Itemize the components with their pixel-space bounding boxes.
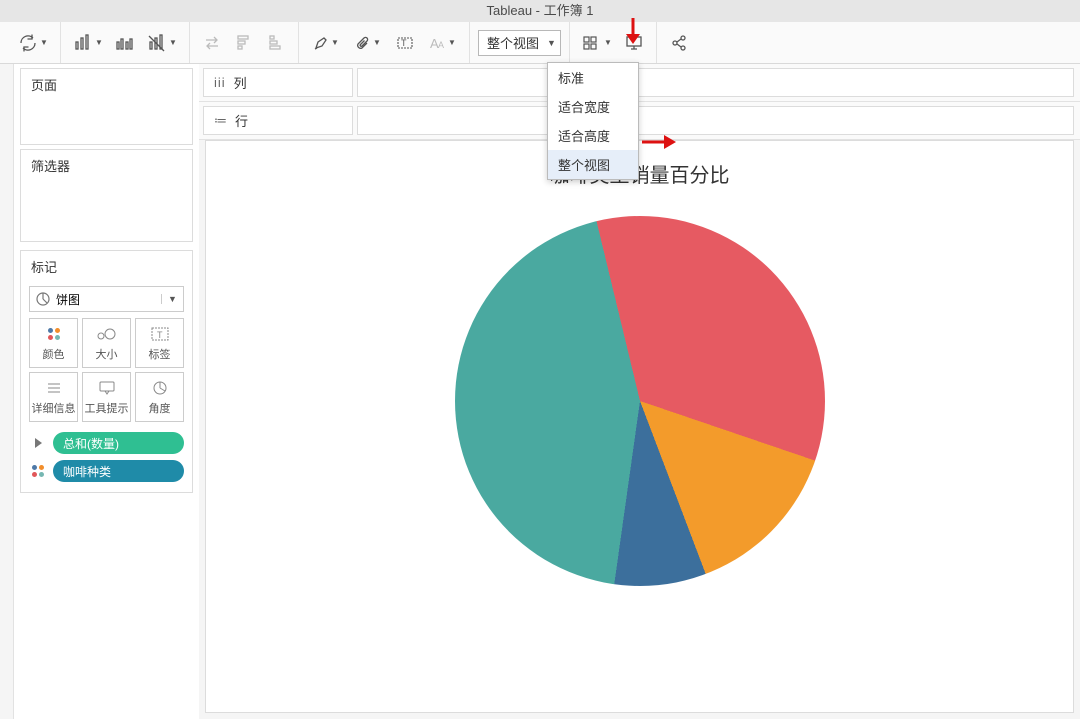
rows-shelf-label: ≔ 行 <box>203 106 353 135</box>
pill-coffee-category[interactable]: 咖啡种类 <box>53 460 184 482</box>
mark-type-label: 饼图 <box>56 291 80 308</box>
marks-label-label: 标签 <box>149 346 171 362</box>
marks-detail-label: 详细信息 <box>32 400 76 416</box>
marks-tooltip-cell[interactable]: 工具提示 <box>82 372 131 422</box>
rows-shelf: ≔ 行 <box>199 102 1080 140</box>
tooltip-icon <box>99 381 115 395</box>
columns-icon: iii <box>214 75 226 90</box>
marks-detail-cell[interactable]: 详细信息 <box>29 372 78 422</box>
mark-type-caret[interactable]: ▼ <box>161 294 183 304</box>
fit-select[interactable]: 整个视图 ▼ <box>478 30 561 56</box>
svg-text:T: T <box>157 330 163 340</box>
chevron-down-icon: ▼ <box>331 38 339 47</box>
marks-size-cell[interactable]: 大小 <box>82 318 131 368</box>
color-dots-icon <box>48 328 60 340</box>
refresh-button[interactable]: ▼ <box>14 29 52 57</box>
marks-angle-cell[interactable]: 角度 <box>135 372 184 422</box>
marks-title: 标记 <box>21 251 192 282</box>
pie-icon <box>36 292 50 306</box>
content-area: 页面 筛选器 标记 饼图 ▼ 颜色 <box>0 64 1080 719</box>
pill-sum-quantity[interactable]: 总和(数量) <box>53 432 184 454</box>
toolbar: ▼ ▼ ▼ ▼ ▼ <box>0 22 1080 64</box>
fit-select-label: 整个视图 <box>487 33 539 52</box>
new-sheet-button[interactable]: ▼ <box>69 29 107 57</box>
clear-sheet-button[interactable]: ▼ <box>143 29 181 57</box>
rows-shelf-drop[interactable] <box>357 106 1074 135</box>
pill-row-color[interactable]: 咖啡种类 <box>29 460 184 482</box>
pages-card: 页面 <box>20 68 193 145</box>
svg-text:T: T <box>401 38 407 48</box>
chevron-down-icon: ▼ <box>547 38 556 48</box>
sort-desc-button[interactable] <box>262 29 290 57</box>
svg-text:A: A <box>438 40 444 50</box>
marks-size-label: 大小 <box>96 346 118 362</box>
show-me-button[interactable]: ▼ <box>578 29 616 57</box>
detail-icon <box>46 381 62 395</box>
highlight-button[interactable]: ▼ <box>307 29 345 57</box>
fit-option-0[interactable]: 标准 <box>548 63 638 92</box>
chevron-down-icon: ▼ <box>448 38 456 47</box>
chevron-down-icon: ▼ <box>40 38 48 47</box>
size-icon <box>96 327 118 341</box>
viz-area: 咖啡类型销量百分比 <box>205 140 1074 713</box>
sort-asc-button[interactable] <box>230 29 258 57</box>
window-title: Tableau - 工作簿 1 <box>487 3 594 18</box>
pages-title: 页面 <box>21 69 192 100</box>
fit-dropdown: 标准适合宽度适合高度整个视图 <box>547 62 639 180</box>
chevron-down-icon: ▼ <box>95 38 103 47</box>
rows-icon: ≔ <box>214 113 227 129</box>
viz-title[interactable]: 咖啡类型销量百分比 <box>206 159 1073 188</box>
share-button[interactable] <box>665 29 693 57</box>
window-titlebar: Tableau - 工作簿 1 <box>0 0 1080 22</box>
pie-chart[interactable] <box>455 216 825 586</box>
swap-axes-button[interactable] <box>198 29 226 57</box>
fit-option-2[interactable]: 适合高度 <box>548 121 638 150</box>
duplicate-sheet-button[interactable] <box>111 29 139 57</box>
fit-option-3[interactable]: 整个视图 <box>548 150 638 179</box>
angle-icon <box>152 380 168 396</box>
filters-title: 筛选器 <box>21 150 192 181</box>
columns-shelf-label: iii 列 <box>203 68 353 97</box>
marks-card: 标记 饼图 ▼ 颜色 大小 T 标签 <box>20 250 193 493</box>
chevron-down-icon: ▼ <box>373 38 381 47</box>
font-button[interactable]: AA ▼ <box>423 29 461 57</box>
pages-drop[interactable] <box>21 100 192 144</box>
columns-shelf-drop[interactable] <box>357 68 1074 97</box>
filters-drop[interactable] <box>21 181 192 241</box>
left-gutter <box>0 64 14 719</box>
pill-row-angle[interactable]: 总和(数量) <box>29 432 184 454</box>
fit-option-1[interactable]: 适合宽度 <box>548 92 638 121</box>
main-column: iii 列 ≔ 行 咖啡类型销量百分比 <box>199 64 1080 719</box>
presentation-mode-button[interactable] <box>620 29 648 57</box>
marks-color-label: 颜色 <box>43 346 65 362</box>
play-icon <box>29 438 47 448</box>
mark-type-select[interactable]: 饼图 ▼ <box>29 286 184 312</box>
chevron-down-icon: ▼ <box>604 38 612 47</box>
marks-tooltip-label: 工具提示 <box>85 400 129 416</box>
label-icon: T <box>151 327 169 341</box>
marks-label-cell[interactable]: T 标签 <box>135 318 184 368</box>
marks-angle-label: 角度 <box>149 400 171 416</box>
marks-color-cell[interactable]: 颜色 <box>29 318 78 368</box>
filters-card: 筛选器 <box>20 149 193 242</box>
label-toggle-button[interactable]: T <box>391 29 419 57</box>
color-dots-icon <box>29 465 47 477</box>
side-column: 页面 筛选器 标记 饼图 ▼ 颜色 <box>14 64 199 719</box>
columns-shelf: iii 列 <box>199 64 1080 102</box>
attachment-button[interactable]: ▼ <box>349 29 387 57</box>
chevron-down-icon: ▼ <box>169 38 177 47</box>
